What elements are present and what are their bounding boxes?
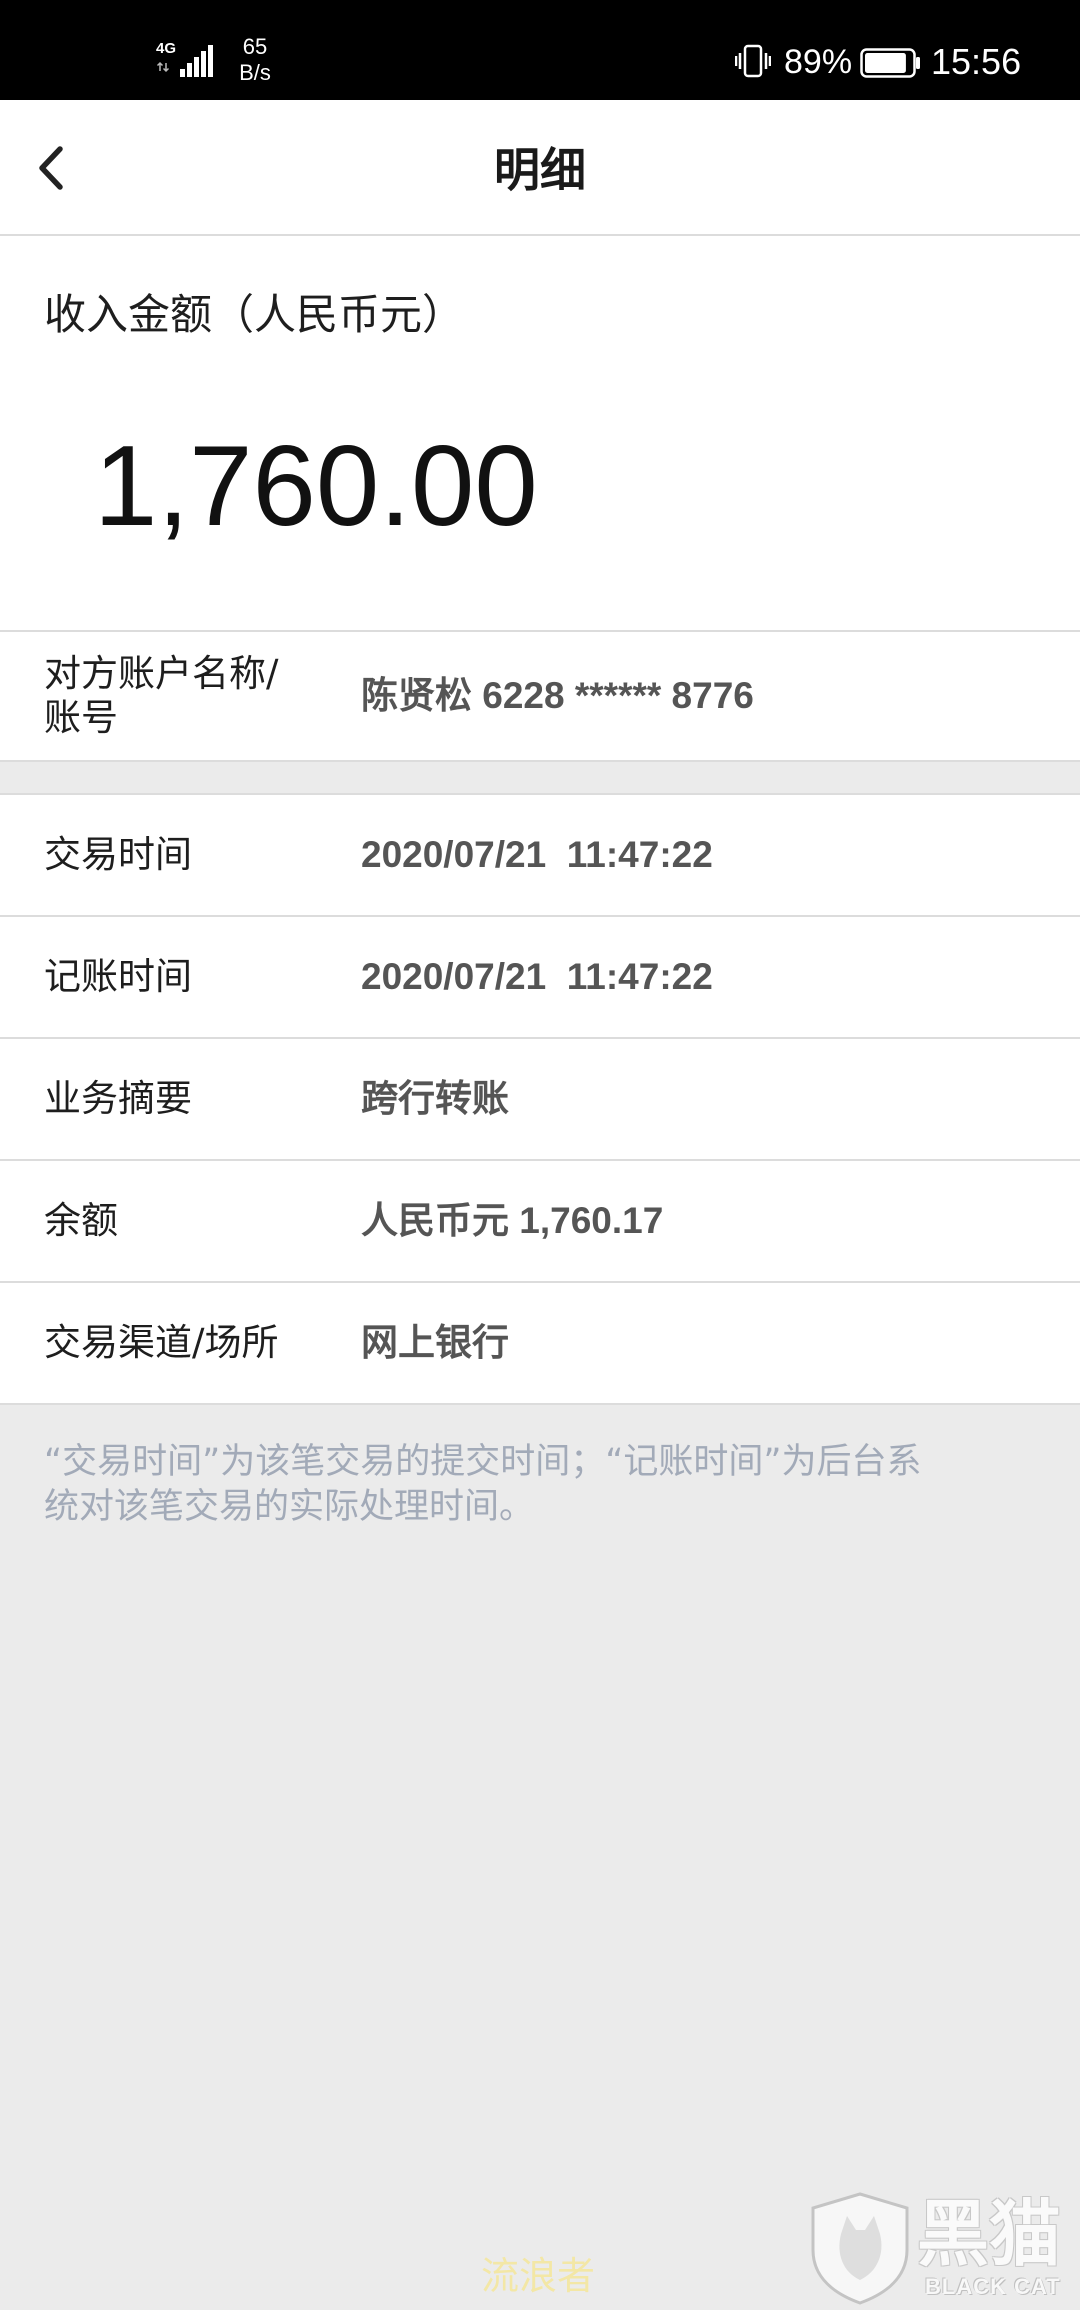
counterparty-label-line2: 账号 <box>44 696 118 739</box>
network-speed: 65 B/s <box>230 34 280 86</box>
cat-shield-icon <box>811 2192 909 2305</box>
amount-label: 收入金额（人民币元） <box>44 290 465 339</box>
detail-value: 2020/07/21 11:47:22 <box>361 956 713 997</box>
footnote-line1: “交易时间”为该笔交易的提交时间；“记账时间”为后台系 <box>44 1442 922 1482</box>
footnote-line2: 统对该笔交易的实际处理时间。 <box>44 1487 535 1527</box>
detail-label: 业务摘要 <box>44 1077 192 1120</box>
detail-row-summary: 业务摘要 跨行转账 <box>0 1039 1080 1161</box>
detail-label: 余额 <box>44 1199 118 1242</box>
detail-value: 跨行转账 <box>361 1078 509 1119</box>
app-header: 明细 <box>0 100 1080 236</box>
vibrate-icon <box>735 44 771 78</box>
black-cat-logo: 黑猫 BLACK CAT <box>805 2190 1075 2306</box>
details-list: 交易时间 2020/07/21 11:47:22 记账时间 2020/07/21… <box>0 793 1080 1405</box>
signal-indicator: 4G <box>156 41 216 77</box>
battery-icon <box>860 48 920 78</box>
footnote: “交易时间”为该笔交易的提交时间；“记账时间”为后台系 统对该笔交易的实际处理时… <box>44 1440 1054 1530</box>
logo-english-text: BLACK CAT <box>925 2274 1061 2299</box>
page-title: 明细 <box>494 143 586 197</box>
detail-value: 网上银行 <box>361 1322 509 1363</box>
detail-value: 2020/07/21 11:47:22 <box>361 834 713 875</box>
detail-row-transaction-time: 交易时间 2020/07/21 11:47:22 <box>0 795 1080 917</box>
network-speed-value: 65 <box>242 34 268 59</box>
chevron-left-icon <box>39 146 63 190</box>
detail-value: 人民币元 1,760.17 <box>361 1200 664 1241</box>
clock: 15:56 <box>931 41 1022 82</box>
amount-section: 收入金额（人民币元） 1,760.00 <box>0 236 1080 632</box>
status-bar: 4G 65 B/s 89% 15:56 <box>0 0 1080 100</box>
detail-row-posting-time: 记账时间 2020/07/21 11:47:22 <box>0 917 1080 1039</box>
counterparty-label: 对方账户名称/ 账号 <box>44 652 278 740</box>
detail-label: 交易渠道/场所 <box>44 1321 279 1364</box>
detail-label: 记账时间 <box>44 955 192 998</box>
battery-fill <box>865 53 906 73</box>
back-button[interactable] <box>28 140 84 196</box>
detail-label: 交易时间 <box>44 833 192 876</box>
network-speed-unit: B/s <box>239 60 271 85</box>
counterparty-value: 陈贤松 6228 ****** 8776 <box>361 675 754 716</box>
amount-value: 1,760.00 <box>94 423 538 550</box>
detail-row-balance: 余额 人民币元 1,760.17 <box>0 1161 1080 1283</box>
watermark-text: 流浪者 <box>480 2254 595 2298</box>
logo-chinese-text: 黑猫 <box>917 2192 1062 2276</box>
detail-row-channel: 交易渠道/场所 网上银行 <box>0 1283 1080 1405</box>
counterparty-row: 对方账户名称/ 账号 陈贤松 6228 ****** 8776 <box>0 632 1080 762</box>
counterparty-label-line1: 对方账户名称/ <box>44 652 279 695</box>
battery-percent: 89% <box>784 43 853 81</box>
network-type-label: 4G <box>156 40 177 57</box>
